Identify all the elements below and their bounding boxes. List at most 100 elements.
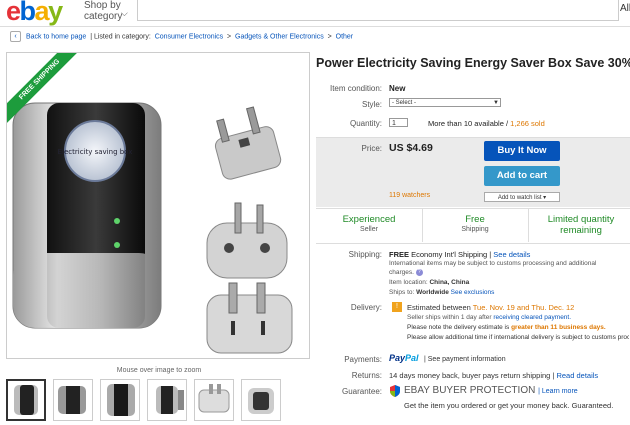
price-value: US $4.69 [389,142,433,154]
breadcrumb-separator: > [327,33,332,41]
breadcrumb-separator: > [227,33,232,41]
dropdown-arrow-icon: ▼ [493,100,499,106]
style-select-value: - Select - [392,100,417,106]
device-label: Electricity saving box [58,148,133,156]
item-location-value: China, China [429,279,470,286]
delivery-line4: Please allow additional time if internat… [407,334,629,341]
thumbnail[interactable] [194,379,234,421]
delivery-line3: Please note the delivery estimate is gre… [407,324,606,331]
delivery-label: Delivery: [350,303,382,312]
buyer-protection-title: EBAY BUYER PROTECTION [404,385,536,396]
badge-title: Limited quantity [547,214,615,225]
main-product-image[interactable]: Electricity saving box FREE SHIPPING [6,52,310,359]
buy-it-now-button[interactable]: Buy It Now [484,141,560,161]
shop-by-line2: category [84,11,123,22]
badge-sub: remaining [560,225,602,236]
logo-letter-b: b [19,0,37,26]
paypal-logo-pal: Pal [405,353,419,363]
add-to-cart-button[interactable]: Add to cart [484,166,560,186]
quantity-input[interactable]: 1 [389,118,408,127]
condition-label: Item condition: [329,84,382,93]
shipping-see-details-link[interactable]: See details [493,250,530,259]
delivery-estimated-text: Estimated between [407,303,471,312]
payments-label: Payments: [344,355,382,364]
guarantee-label: Guarantee: [341,387,382,396]
thumbnail[interactable] [53,379,93,421]
shipping-note: International items may be subject to cu… [389,260,621,277]
back-arrow-icon[interactable]: ‹ [10,31,21,42]
breadcrumb-item[interactable]: Gadgets & Other Electronics [235,33,324,40]
learn-more-link[interactable]: | Learn more [538,388,578,395]
returns-label: Returns: [351,371,382,380]
item-location-label: Item location: [389,279,428,286]
quantity-label: Quantity: [349,119,382,128]
product-image-svg: Electricity saving box [12,102,293,354]
shipping-method: Economy Int'l Shipping | [411,250,492,259]
ships-to: Ships to: Worldwide See exclusions [389,289,494,296]
listed-in-label: | Listed in category: [90,33,151,41]
logo-letter-e: e [6,0,21,26]
breadcrumb-item[interactable]: Consumer Electronics [155,33,223,40]
delivery-line3a: Please note the delivery estimate is [407,324,510,331]
zoom-hint: Mouse over image to zoom [116,367,202,374]
ships-to-value: Worldwide [416,289,449,296]
returns-policy: 14 days money back, buyer pays return sh… [389,371,555,380]
sold-count: 1,266 sold [510,119,545,128]
info-icon[interactable]: ? [415,268,423,276]
thumbnail[interactable] [100,379,140,421]
see-exclusions-link[interactable]: See exclusions [451,289,495,296]
shipping-line: FREE Economy Int'l Shipping | See detail… [389,250,530,259]
ebay-logo[interactable]: ebay [6,0,63,27]
shield-icon [390,385,400,397]
search-category-select[interactable]: All [620,3,630,14]
delivery-line2: Seller ships within 1 day after receivin… [407,314,571,321]
shipping-free: FREE [389,250,410,259]
ships-to-label: Ships to: [389,289,415,296]
paypal-logo: PayPal [389,353,419,363]
delivery-line2a: Seller ships within 1 day after [407,314,492,321]
badge-title: Free [465,214,485,225]
shop-by-category[interactable]: Shop by category [84,0,122,22]
returns-text: 14 days money back, buyer pays return sh… [389,371,598,380]
availability-text: More than 10 available / [428,119,509,128]
shop-by-line1: Shop by [84,0,121,11]
buyer-protection: EBAY BUYER PROTECTION | Learn more [404,385,578,396]
logo-letter-a: a [34,0,50,26]
cleared-payment-link[interactable]: receiving cleared payment. [493,314,571,321]
delivery-flag-icon: ! [392,302,402,312]
badge-title: Experienced [342,214,396,225]
search-input[interactable] [137,0,619,21]
item-title: Power Electricity Saving Energy Saver Bo… [316,56,630,70]
read-details-link[interactable]: Read details [556,371,598,380]
breadcrumb-item[interactable]: Other [336,33,354,40]
add-to-watch-list-button[interactable]: Add to watch list ▾ [484,192,560,202]
guarantee-text: Get the item you ordered or get your mon… [404,401,614,410]
header: ebay Shop by category ⌵ All [0,0,630,27]
title-wrap: Power Electricity Saving Energy Saver Bo… [316,54,630,74]
price-label: Price: [361,144,382,153]
watch-label: Add to watch list [497,195,542,201]
badge-free-shipping: Free Shipping [422,214,528,235]
logo-letter-y: y [48,0,63,26]
chevron-down-icon: ▾ [543,195,547,201]
shipping-label: Shipping: [348,250,382,259]
badge-sub: Shipping [461,226,489,233]
see-payment-info-link[interactable]: | See payment information [424,356,506,363]
thumbnail[interactable] [147,379,187,421]
badge-limited-quantity: Limited quantity remaining [528,214,630,236]
delivery-estimate: Estimated between Tue. Nov. 19 and Thu. … [407,303,574,312]
badge-sub: Seller [360,226,378,233]
style-select[interactable]: - Select - ▼ [389,98,501,107]
thumbnail[interactable] [6,379,46,421]
badge-experienced-seller: Experienced Seller [316,214,422,235]
delivery-line3b: greater than 11 business days. [511,324,606,331]
delivery-dates: Tue. Nov. 19 and Thu. Dec. 12 [472,303,575,312]
thumbnail[interactable] [241,379,281,421]
condition-value: New [389,84,406,93]
chevron-down-icon[interactable]: ⌵ [121,8,128,19]
item-location: Item location: China, China [389,279,469,286]
availability: More than 10 available / 1,266 sold [428,119,545,128]
style-label: Style: [361,100,382,109]
breadcrumb: ‹ Back to home page | Listed in category:… [10,31,353,42]
back-to-home-link[interactable]: Back to home page [26,33,86,40]
